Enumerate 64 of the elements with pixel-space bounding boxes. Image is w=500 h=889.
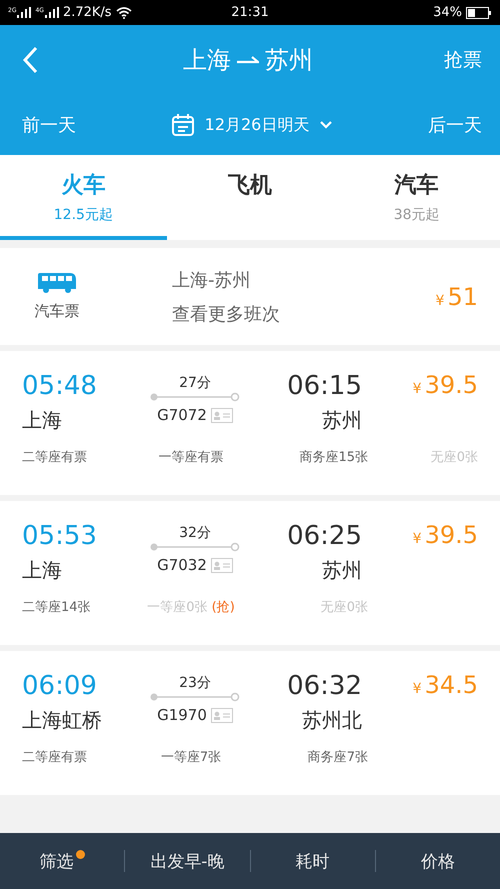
currency-symbol: ¥: [412, 381, 422, 397]
arrival-time: 06:32: [287, 671, 362, 701]
seat-availability: 无座0张: [430, 449, 478, 466]
seat-availability: 二等座14张: [22, 599, 92, 616]
id-card-icon: [210, 708, 233, 722]
signal-icon: [17, 7, 32, 18]
arrival-time: 06:25: [287, 521, 362, 551]
route-line-icon: [150, 392, 240, 402]
train-card[interactable]: 05:48 上海 27分 G7072 06:15 苏州 ¥39.5 二等座有票 一等座有票 商务座15张 无座0张: [0, 351, 500, 495]
signal-icon: [44, 7, 59, 18]
sort-filter-button[interactable]: 筛选: [40, 850, 85, 872]
ticket-price: 39.5: [424, 521, 478, 549]
clock: 21:31: [231, 5, 269, 20]
currency-symbol: ¥: [412, 531, 422, 547]
bus-icon: [37, 272, 77, 294]
route-line-icon: [150, 692, 240, 702]
sort-filter-button[interactable]: 出发早-晚: [150, 850, 224, 872]
wifi-icon: [116, 6, 132, 18]
seat-availability: 无座0张: [320, 599, 368, 616]
seat-availability: 一等座0张 (抢): [146, 599, 236, 616]
route-origin: 上海: [183, 45, 231, 76]
seat-availability: 商务座7张: [306, 749, 368, 766]
id-card-icon: [210, 558, 233, 572]
bus-price: 51: [447, 282, 478, 310]
seat-availability: 商务座15张: [298, 449, 368, 466]
trip-duration: 32分: [179, 524, 211, 542]
calendar-icon: [170, 113, 195, 137]
seat-availability: 二等座有票: [22, 749, 88, 766]
arrival-time: 06:15: [287, 371, 362, 401]
network-speed: 2.72K/s: [62, 5, 112, 20]
route-line-icon: [150, 542, 240, 552]
seat-availability: 一等座7张: [160, 749, 222, 766]
train-card[interactable]: 05:53 上海 32分 G7032 06:25 苏州 ¥39.5 二等座14张 一等座0张 (抢) 无座0张: [0, 501, 500, 645]
seat-availability: 二等座有票: [22, 449, 88, 466]
train-number: G7072: [157, 406, 207, 424]
trip-duration: 23分: [179, 674, 211, 692]
ticket-price: 34.5: [424, 671, 478, 699]
arrival-station: 苏州: [322, 407, 362, 434]
arrival-station: 苏州北: [302, 707, 362, 734]
trip-duration: 27分: [179, 374, 211, 392]
seat-availability: 一等座有票: [158, 449, 224, 466]
departure-time: 05:53: [22, 521, 98, 551]
battery-icon: [466, 6, 492, 18]
sort-filter-button[interactable]: 耗时: [296, 850, 330, 872]
ticket-price: 39.5: [424, 371, 478, 399]
departure-time: 06:09: [22, 671, 98, 701]
departure-station: 上海虹桥: [22, 707, 103, 734]
battery-percent: 34%: [433, 5, 462, 20]
route-destination: 苏州: [265, 45, 313, 76]
train-number: G1970: [157, 706, 207, 724]
sort-filter-button[interactable]: 价格: [420, 850, 455, 872]
id-card-icon: [210, 408, 233, 422]
currency-symbol: ¥: [412, 681, 422, 697]
currency-symbol: ¥: [436, 292, 444, 308]
train-number: G7032: [157, 556, 207, 574]
bus-ticket-label: 汽车票: [34, 302, 80, 321]
bus-route: 上海-苏州: [172, 268, 252, 292]
more-trips-link[interactable]: 查看更多班次: [172, 302, 436, 326]
train-card[interactable]: 06:09 上海虹桥 23分 G1970 06:32 苏州北 ¥34.5 二等座有票 一等座7张 商务座7张: [0, 651, 500, 795]
departure-station: 上海: [22, 557, 63, 584]
departure-time: 05:48: [22, 371, 98, 401]
departure-station: 上海: [22, 407, 63, 434]
arrival-station: 苏州: [322, 557, 362, 584]
chevron-down-icon[interactable]: [319, 120, 334, 130]
